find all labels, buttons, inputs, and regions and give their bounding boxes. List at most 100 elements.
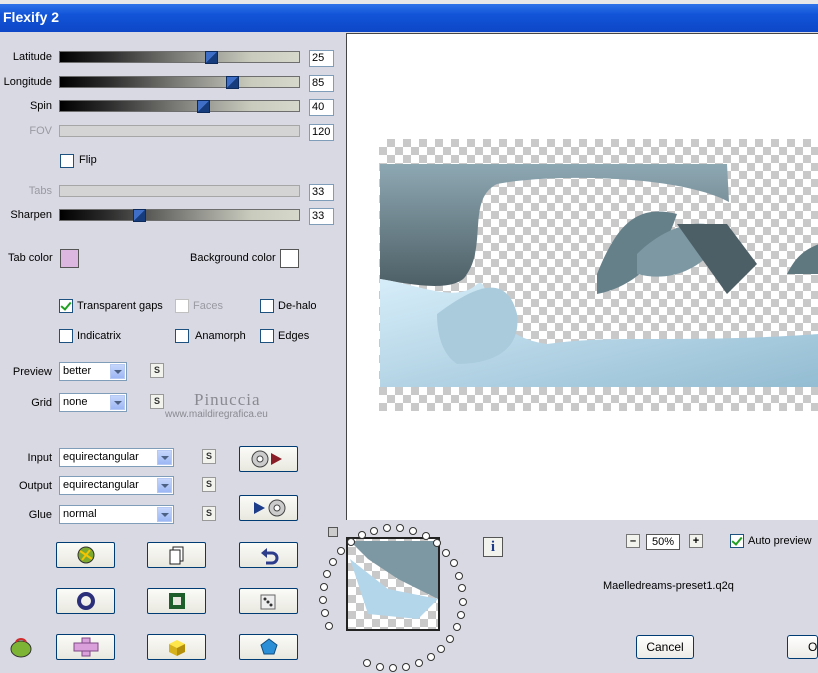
dial-dot[interactable] (458, 584, 467, 593)
disc-play-icon (251, 450, 282, 468)
cross-button[interactable] (56, 634, 115, 660)
input-s-button[interactable]: S (202, 449, 216, 464)
output-s-button[interactable]: S (202, 477, 216, 492)
load-input-button[interactable] (239, 446, 298, 472)
ring-icon (76, 592, 95, 610)
dial-dot[interactable] (375, 662, 384, 671)
undo-button[interactable] (239, 542, 298, 568)
dial-dot[interactable] (328, 558, 337, 567)
glue-select[interactable]: normal (59, 505, 174, 524)
chevron-down-icon[interactable] (157, 478, 172, 493)
info-icon[interactable]: i (483, 537, 503, 557)
transparent-gaps-checkbox[interactable] (59, 299, 73, 313)
output-projection-select[interactable]: equirectangular (59, 476, 174, 495)
title-bar (0, 0, 818, 32)
tabs-slider (59, 185, 300, 197)
chevron-down-icon[interactable] (110, 395, 125, 410)
longitude-thumb[interactable] (226, 76, 240, 89)
zoom-in-button[interactable]: + (689, 534, 703, 548)
faces-label: Faces (193, 300, 223, 312)
dial-dot[interactable] (324, 621, 333, 630)
tabs-label: Tabs (28, 185, 52, 197)
dial-handle[interactable] (328, 527, 338, 537)
grid-label: Grid (31, 397, 52, 409)
dial-dot[interactable] (421, 532, 430, 541)
dial-dot[interactable] (319, 582, 328, 591)
input-label: Input (27, 452, 52, 464)
flip-checkbox[interactable] (60, 154, 74, 168)
dial-dot[interactable] (445, 634, 454, 643)
latitude-slider[interactable] (59, 51, 300, 64)
chevron-down-icon[interactable] (157, 507, 172, 522)
auto-preview-checkbox[interactable] (730, 534, 744, 548)
preview-image (380, 164, 818, 387)
dial-dot[interactable] (383, 524, 392, 533)
dial-dot[interactable] (426, 652, 435, 661)
pentagon-button[interactable] (239, 634, 298, 660)
output-projection-value: equirectangular (63, 479, 139, 491)
square-frame-button[interactable] (147, 588, 206, 614)
spin-thumb[interactable] (197, 100, 211, 113)
watermark-url: www.maildiregrafica.eu (165, 409, 268, 420)
dial-dot[interactable] (456, 610, 465, 619)
tab-color-swatch[interactable] (60, 249, 79, 268)
preview-quality-select[interactable]: better (59, 362, 127, 381)
dice-button[interactable] (239, 588, 298, 614)
dial-dot[interactable] (449, 559, 458, 568)
dial-dot[interactable] (452, 623, 461, 632)
latitude-thumb[interactable] (204, 51, 218, 64)
dial-dot[interactable] (409, 527, 418, 536)
cube-button[interactable] (147, 634, 206, 660)
indicatrix-checkbox[interactable] (59, 329, 73, 343)
anamorph-checkbox[interactable] (175, 329, 189, 343)
chevron-down-icon[interactable] (157, 450, 172, 465)
spin-label: Spin (29, 100, 52, 112)
dial-dot[interactable] (402, 662, 411, 671)
zoom-level-field[interactable]: 50% (646, 534, 680, 550)
dial-dot[interactable] (437, 644, 446, 653)
sharpen-slider[interactable] (59, 209, 300, 222)
grid-s-button[interactable]: S (150, 394, 164, 409)
random-button[interactable] (56, 542, 115, 568)
ok-button[interactable]: OK (787, 635, 818, 659)
dial-dot[interactable] (323, 570, 332, 578)
window-title: Flexify 2 (3, 9, 60, 25)
transparent-gaps-label: Transparent gaps (77, 300, 163, 312)
sharpen-value-field[interactable]: 33 (309, 208, 334, 225)
dial-dot[interactable] (319, 596, 328, 605)
latitude-value-field[interactable]: 25 (309, 50, 334, 67)
cancel-button[interactable]: Cancel (636, 635, 694, 659)
ring-button[interactable] (56, 588, 115, 614)
dial-dot[interactable] (363, 659, 372, 668)
dial-dot[interactable] (455, 571, 464, 580)
dial-dot[interactable] (336, 547, 345, 556)
save-output-button[interactable] (239, 495, 298, 521)
dial-dot[interactable] (396, 524, 405, 533)
host-menu-strip (0, 0, 818, 4)
dial-dot[interactable] (458, 597, 467, 606)
dial-dot[interactable] (346, 538, 355, 547)
grid-select[interactable]: none (59, 393, 127, 412)
spin-slider[interactable] (59, 100, 300, 113)
navigator-thumbnail[interactable] (346, 537, 440, 631)
preview-quality-s-button[interactable]: S (150, 363, 164, 378)
input-projection-select[interactable]: equirectangular (59, 448, 174, 467)
pentagon-icon (259, 638, 278, 655)
dial-dot[interactable] (415, 658, 424, 667)
background-color-swatch[interactable] (280, 249, 299, 268)
glue-s-button[interactable]: S (202, 506, 216, 521)
copy-button[interactable] (147, 542, 206, 568)
dial-dot[interactable] (442, 548, 451, 557)
chevron-down-icon[interactable] (110, 364, 125, 379)
preview-canvas[interactable] (346, 33, 818, 520)
spin-value-field[interactable]: 40 (309, 99, 334, 116)
longitude-value-field[interactable]: 85 (309, 75, 334, 92)
dial-dot[interactable] (370, 526, 379, 535)
longitude-slider[interactable] (59, 76, 300, 89)
zoom-out-button[interactable]: – (626, 534, 640, 548)
dial-dot[interactable] (389, 663, 398, 672)
edges-checkbox[interactable] (260, 329, 274, 343)
sharpen-thumb[interactable] (132, 209, 146, 222)
dial-dot[interactable] (320, 609, 329, 618)
dehalo-checkbox[interactable] (260, 299, 274, 313)
